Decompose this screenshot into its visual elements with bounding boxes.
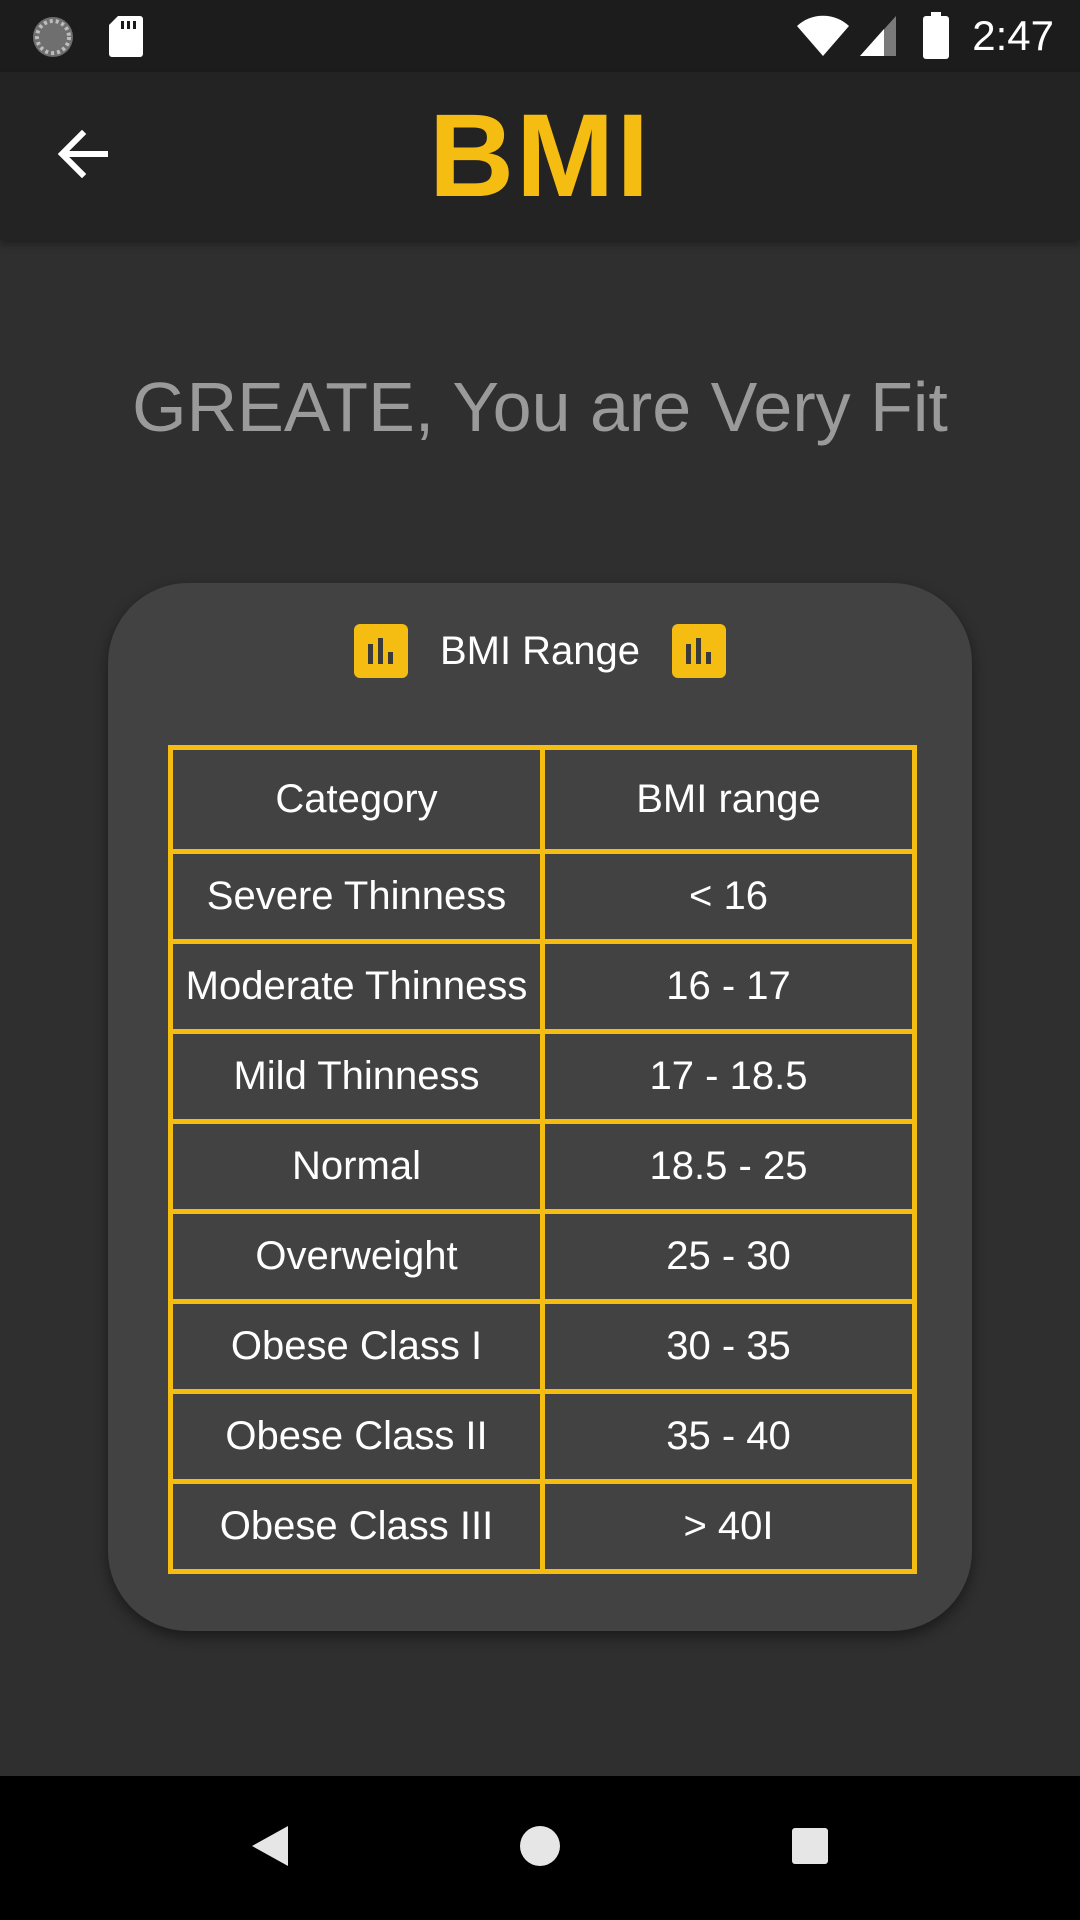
- range-cell: 17 - 18.5: [540, 1029, 917, 1124]
- card-header: BMI Range: [108, 619, 972, 683]
- table-row: Normal 18.5 - 25: [168, 1119, 917, 1214]
- sd-card-icon: [108, 14, 144, 63]
- category-cell: Severe Thinness: [168, 849, 545, 944]
- category-cell: Obese Class II: [168, 1389, 545, 1484]
- table-row: Obese Class III > 40I: [168, 1479, 917, 1574]
- table-row: Mild Thinness 17 - 18.5: [168, 1029, 917, 1124]
- category-cell: Mild Thinness: [168, 1029, 545, 1124]
- category-cell: Obese Class I: [168, 1299, 545, 1394]
- theme-toggle-button[interactable]: [960, 116, 1040, 196]
- range-cell: 25 - 30: [540, 1209, 917, 1304]
- range-cell: 18.5 - 25: [540, 1119, 917, 1214]
- category-cell: Overweight: [168, 1209, 545, 1304]
- status-bar: 2:47: [0, 0, 1080, 72]
- column-header-category: Category: [168, 745, 545, 854]
- navigation-bar: [0, 1776, 1080, 1920]
- wifi-icon: [796, 14, 850, 63]
- table-row: Moderate Thinness 16 - 17: [168, 939, 917, 1034]
- bar-chart-icon: [672, 624, 727, 678]
- range-cell: > 40I: [540, 1479, 917, 1574]
- screen: 2:47 BMI GREATE, You are Very Fit BMI Ra…: [0, 0, 1080, 1920]
- status-time: 2:47: [972, 12, 1054, 59]
- page-title: BMI: [428, 90, 652, 222]
- range-cell: 35 - 40: [540, 1389, 917, 1484]
- battery-icon: [922, 12, 950, 65]
- bmi-range-table: Category BMI range Severe Thinness < 16 …: [168, 745, 917, 1574]
- signal-icon: [858, 14, 898, 63]
- category-cell: Normal: [168, 1119, 545, 1214]
- table-row: Obese Class I 30 - 35: [168, 1299, 917, 1394]
- nav-recents-button[interactable]: [774, 1812, 846, 1884]
- moon-icon: [975, 124, 1025, 189]
- nav-recents-icon: [790, 1826, 830, 1871]
- card-title: BMI Range: [439, 628, 641, 673]
- table-row: Overweight 25 - 30: [168, 1209, 917, 1304]
- app-bar: BMI: [0, 72, 1080, 240]
- table-row: Severe Thinness < 16: [168, 849, 917, 944]
- range-cell: < 16: [540, 849, 917, 944]
- nav-home-button[interactable]: [504, 1812, 576, 1884]
- nav-home-icon: [518, 1824, 562, 1873]
- table-header-row: Category BMI range: [168, 745, 917, 854]
- loading-icon: [30, 14, 76, 65]
- range-cell: 16 - 17: [540, 939, 917, 1034]
- bar-chart-icon: [353, 624, 408, 678]
- category-cell: Obese Class III: [168, 1479, 545, 1574]
- nav-back-button[interactable]: [234, 1812, 306, 1884]
- nav-back-icon: [248, 1822, 292, 1875]
- result-message: GREATE, You are Very Fit: [132, 368, 948, 446]
- category-cell: Moderate Thinness: [168, 939, 545, 1034]
- range-cell: 30 - 35: [540, 1299, 917, 1394]
- table-row: Obese Class II 35 - 40: [168, 1389, 917, 1484]
- bmi-range-card: BMI Range Category BMI range Severe Thin…: [108, 583, 972, 1631]
- column-header-bmi-range: BMI range: [540, 745, 917, 854]
